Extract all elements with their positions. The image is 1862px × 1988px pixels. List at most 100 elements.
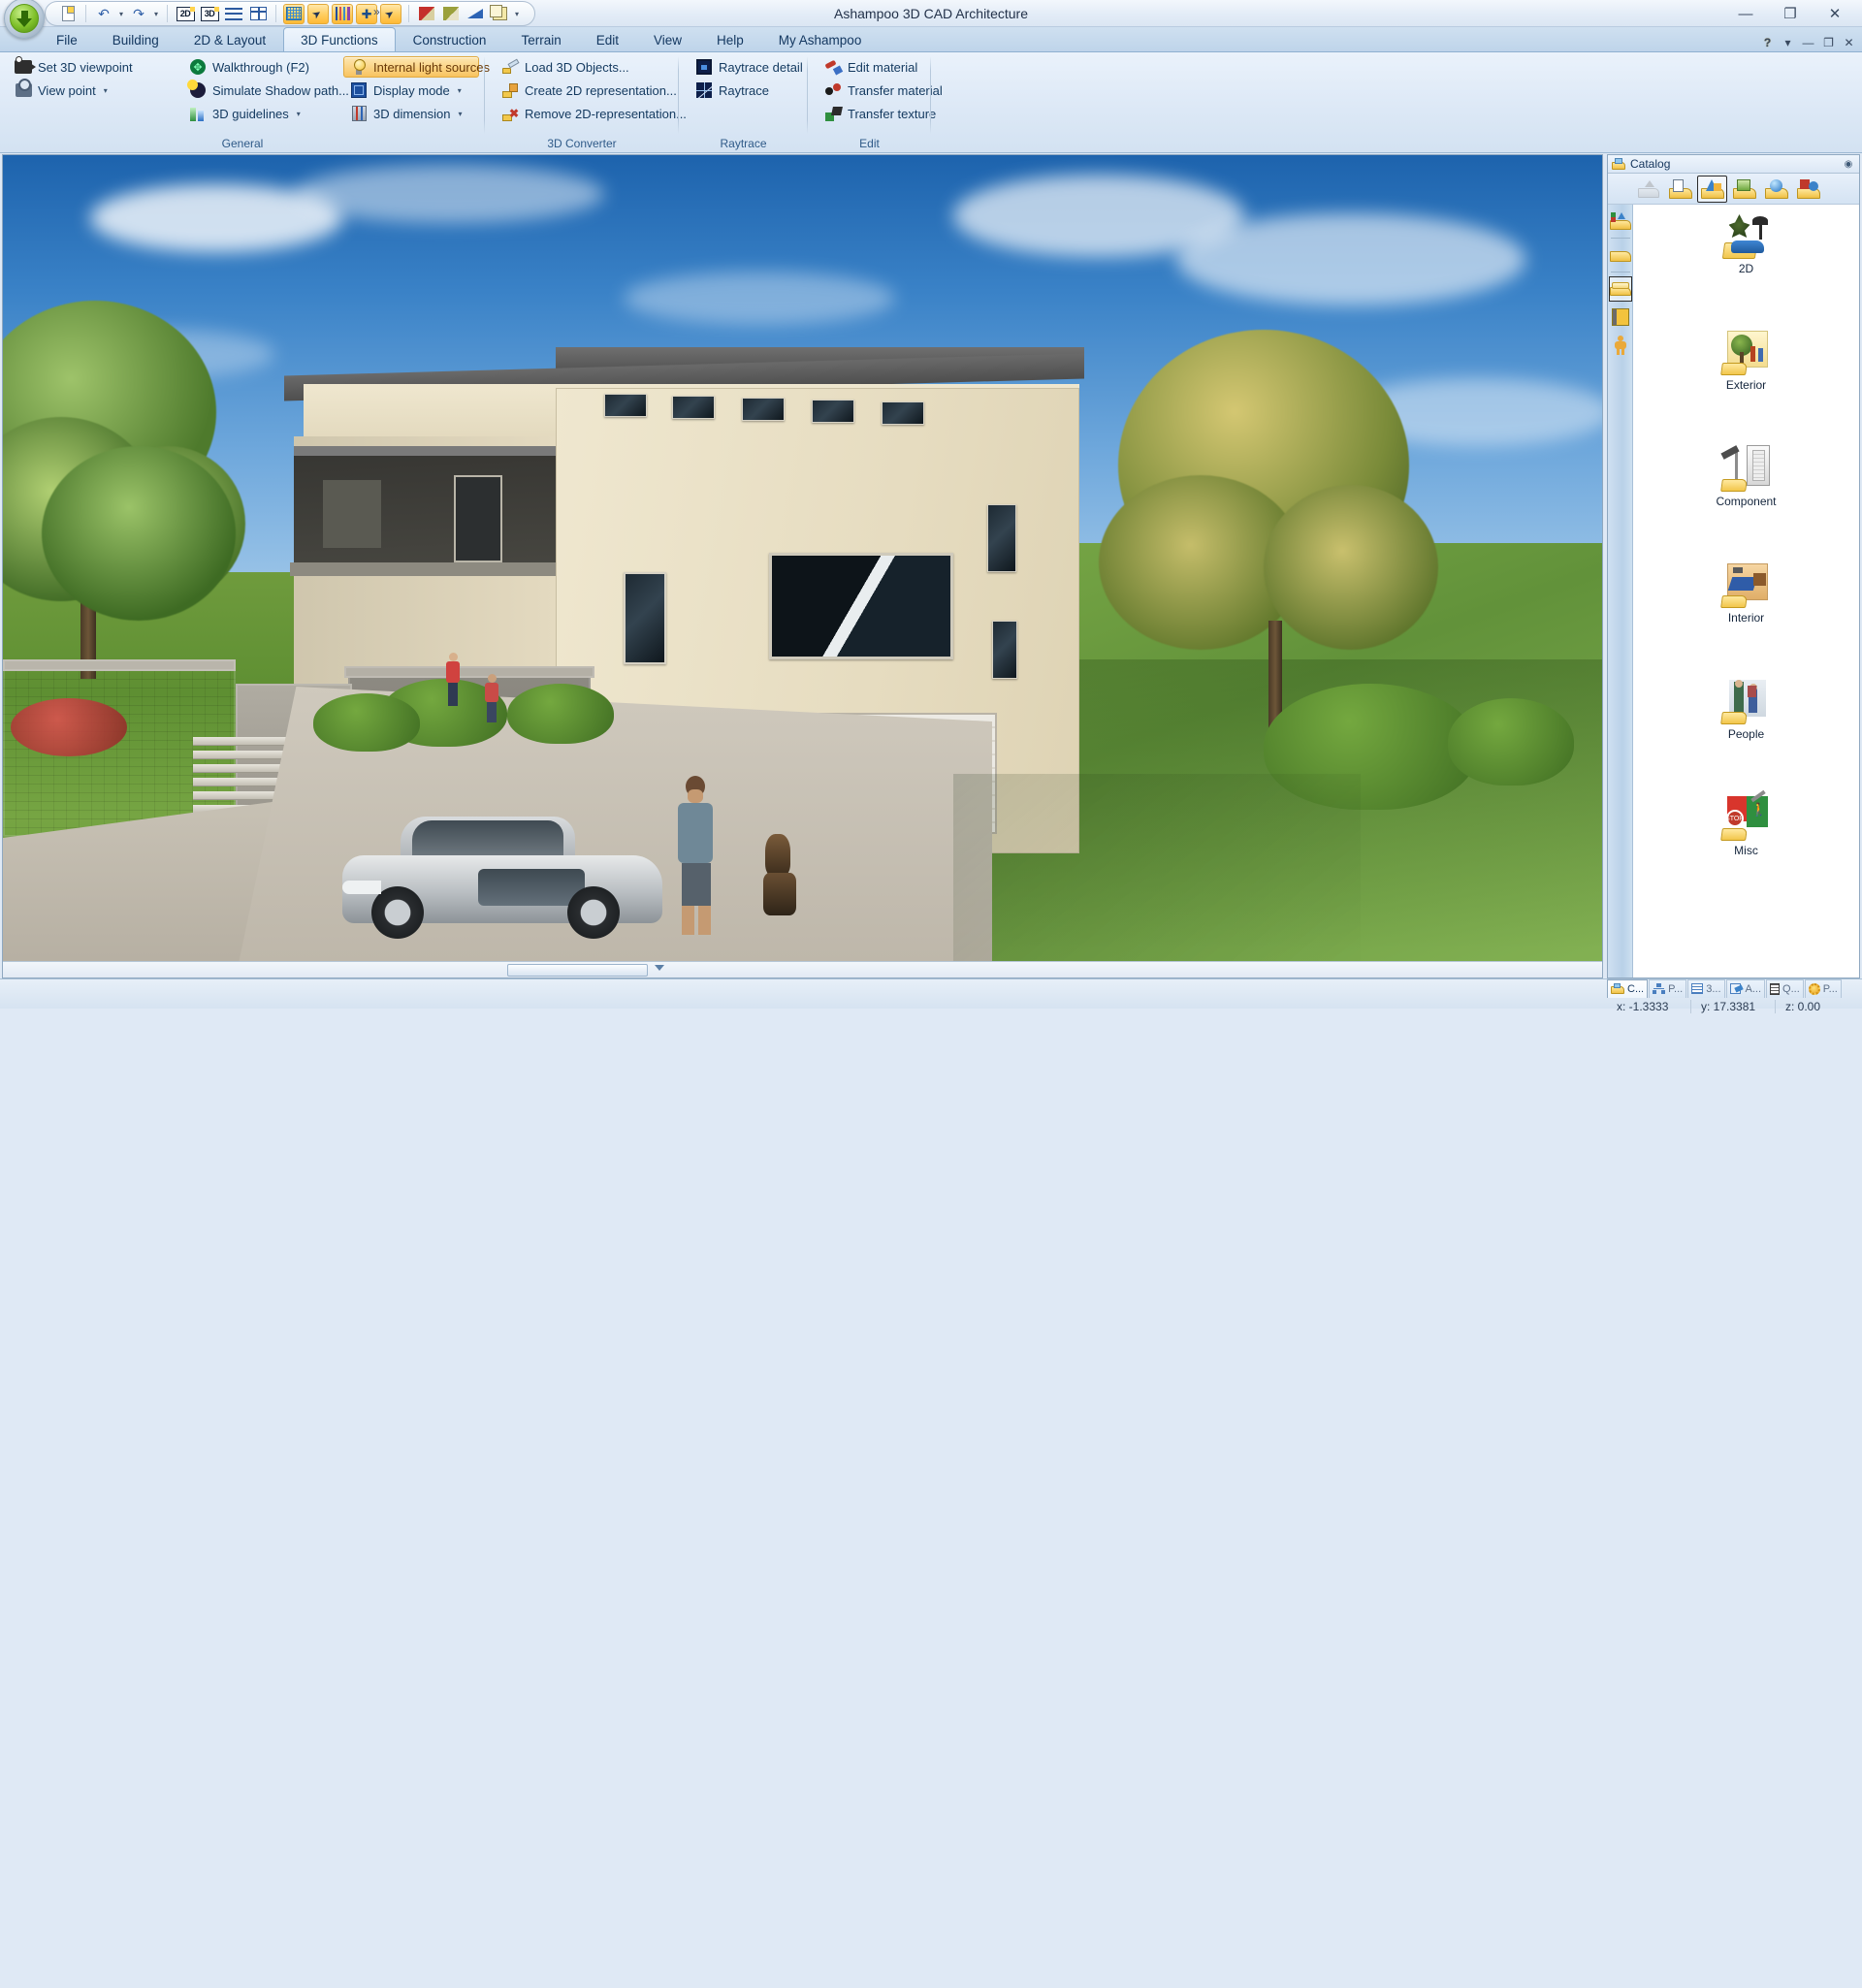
3d-render-view[interactable] <box>2 154 1603 978</box>
scrollbar-thumb[interactable] <box>507 964 648 977</box>
window-maximize-button[interactable]: ❐ <box>1769 1 1812 26</box>
view-2d-button[interactable]: 2D <box>175 4 196 24</box>
chevron-down-icon[interactable]: ▾ <box>458 86 462 95</box>
internal-light-sources-button[interactable]: Internal light sources <box>343 56 490 78</box>
catalog-item-2d[interactable]: 2D <box>1633 212 1859 309</box>
olive-wall-button[interactable] <box>440 4 462 24</box>
catalog-item-misc[interactable]: 🚶 STOP Misc <box>1633 789 1859 891</box>
walkthrough-label: Walkthrough (F2) <box>212 59 309 75</box>
doc-tab-project[interactable]: P... <box>1649 978 1687 998</box>
raytrace-button[interactable]: Raytrace <box>689 80 776 101</box>
ribbon-group-general-label: General <box>221 137 264 150</box>
catalog-item-interior[interactable]: Interior <box>1633 561 1859 658</box>
remove-2d-representation-button[interactable]: Remove 2D-representation... <box>495 103 693 124</box>
ribbon-restore-button[interactable]: ❐ <box>1821 36 1836 49</box>
window <box>987 504 1016 572</box>
display-mode-button[interactable]: Display mode ▾ <box>343 80 468 101</box>
raytrace-detail-button[interactable]: Raytrace detail <box>689 56 810 78</box>
viewport-horizontal-scrollbar[interactable] <box>3 961 1602 978</box>
tab-2d-layout[interactable]: 2D & Layout <box>177 27 283 51</box>
3d-dimension-button[interactable]: 3D dimension ▾ <box>343 103 469 124</box>
catalog-side-books[interactable] <box>1609 305 1632 330</box>
help-icon[interactable]: ? <box>1760 36 1775 49</box>
3d-objects-folder-icon <box>1700 178 1724 199</box>
qat-overflow-caret[interactable]: » <box>373 5 380 18</box>
edit-material-button[interactable]: Edit material <box>818 56 924 78</box>
layers-button[interactable] <box>332 3 354 24</box>
tab-view[interactable]: View <box>636 27 699 51</box>
wall-cap-center <box>344 666 594 678</box>
copy-button[interactable] <box>489 4 510 24</box>
catalog-side-symbols[interactable] <box>1609 208 1632 234</box>
vertical-split-button[interactable] <box>247 4 269 24</box>
create-2d-representation-button[interactable]: Create 2D representation... <box>495 80 684 101</box>
walkthrough-button[interactable]: ✥ Walkthrough (F2) <box>182 56 316 78</box>
chevron-down-icon[interactable]: ▾ <box>297 110 301 118</box>
window <box>992 621 1017 679</box>
window-controls: — ❐ ✕ <box>1724 0 1856 27</box>
catalog-symbols-button[interactable] <box>1793 176 1823 203</box>
person <box>444 653 462 707</box>
tab-3d-functions[interactable]: 3D Functions <box>283 27 396 51</box>
grid-toggle-button[interactable] <box>283 3 305 24</box>
redo-dropdown-caret[interactable]: ▾ <box>152 10 160 18</box>
group-divider <box>930 56 931 134</box>
catalog-materials-button[interactable] <box>1761 176 1791 203</box>
undo-button[interactable]: ↶ <box>93 4 114 24</box>
catalog-side-people[interactable] <box>1609 333 1632 358</box>
new-document-button[interactable] <box>57 4 79 24</box>
catalog-item-people[interactable]: People <box>1633 678 1859 775</box>
undo-dropdown-caret[interactable]: ▾ <box>117 10 125 18</box>
pointer-select-button[interactable] <box>307 3 330 24</box>
catalog-up-button[interactable] <box>1633 176 1663 203</box>
arrow-select-button[interactable] <box>380 3 402 24</box>
chevron-down-icon[interactable]: ▾ <box>104 86 108 95</box>
ribbon-minimize-button[interactable]: — <box>1801 36 1815 49</box>
tab-my-ashampoo[interactable]: My Ashampoo <box>761 27 880 51</box>
chevron-down-icon[interactable]: ▾ <box>459 110 463 118</box>
transfer-texture-button[interactable]: Transfer texture <box>818 103 943 124</box>
flower-bed <box>11 698 127 756</box>
tab-edit[interactable]: Edit <box>579 27 636 51</box>
ribbon-close-button[interactable]: ✕ <box>1842 36 1856 49</box>
doc-tab-catalog[interactable]: C... <box>1607 978 1649 998</box>
app-menu-orb[interactable] <box>4 0 45 39</box>
roof-button[interactable] <box>465 4 486 24</box>
tab-file[interactable]: File <box>39 27 95 51</box>
doc-tab-3d[interactable]: 3... <box>1687 978 1725 998</box>
set-3d-viewpoint-button[interactable]: Set 3D viewpoint <box>8 56 140 78</box>
tab-terrain[interactable]: Terrain <box>503 27 578 51</box>
catalog-item-list[interactable]: 2D Exterior Component Interior People 🚶 … <box>1633 205 1859 978</box>
tab-construction[interactable]: Construction <box>396 27 504 51</box>
auto-hide-icon[interactable]: ◉ <box>1842 157 1855 171</box>
red-wall-button[interactable] <box>416 4 437 24</box>
catalog-folder-icon <box>1612 158 1626 170</box>
project-tree-icon <box>1653 983 1666 994</box>
catalog-textures-button[interactable] <box>1729 176 1759 203</box>
qat-divider-4 <box>408 5 410 22</box>
window-minimize-button[interactable]: — <box>1724 1 1767 26</box>
window-close-button[interactable]: ✕ <box>1814 1 1856 26</box>
3d-guidelines-button[interactable]: 3D guidelines ▾ <box>182 103 307 124</box>
ribbon: Set 3D viewpoint View point ▾ View point… <box>0 52 1862 177</box>
catalog-3d-objects-button[interactable] <box>1697 175 1727 203</box>
doc-tab-quantities[interactable]: Q... <box>1766 978 1804 998</box>
load-3d-objects-button[interactable]: Load 3D Objects... <box>495 56 636 78</box>
view-point-button[interactable]: View point ▾ <box>8 79 114 101</box>
catalog-side-objects[interactable] <box>1608 276 1632 302</box>
catalog-item-component[interactable]: Component <box>1633 445 1859 542</box>
tab-building[interactable]: Building <box>95 27 177 51</box>
redo-button[interactable]: ↷ <box>128 4 149 24</box>
catalog-side-favorites[interactable] <box>1609 242 1632 268</box>
tab-help[interactable]: Help <box>699 27 761 51</box>
copy-dropdown-caret[interactable]: ▾ <box>513 10 521 18</box>
doc-tab-properties[interactable]: P... <box>1804 978 1842 998</box>
view-3d-button[interactable]: 3D <box>199 4 220 24</box>
catalog-windows-button[interactable] <box>1665 176 1695 203</box>
catalog-item-exterior[interactable]: Exterior <box>1633 329 1859 426</box>
quick-access-toolbar: ↶ ▾ ↷ ▾ 2D 3D ✚ ▾ <box>45 1 536 26</box>
chevron-down-icon[interactable]: ▾ <box>1781 36 1795 49</box>
horizontal-split-button[interactable] <box>223 4 244 24</box>
doc-tab-attributes[interactable]: A... <box>1725 978 1766 998</box>
simulate-shadow-path-button[interactable]: Simulate Shadow path... <box>182 80 356 101</box>
